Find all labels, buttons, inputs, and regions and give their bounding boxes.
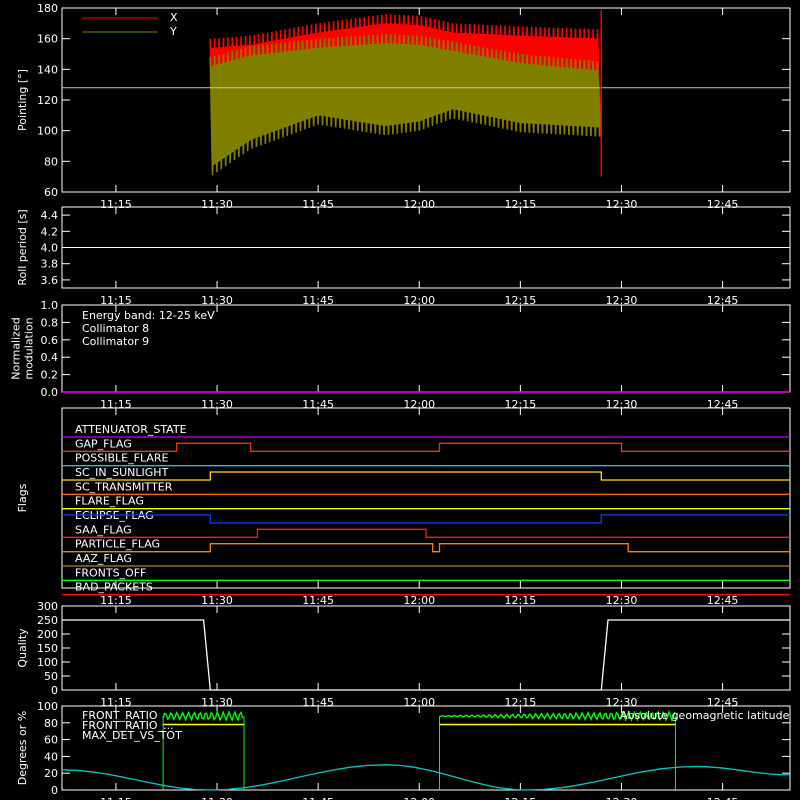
time-tick-label: 11:45 [302, 796, 334, 800]
flags-y-label: Flags [16, 483, 29, 512]
time-tick-label: 11:45 [302, 594, 334, 607]
modulation-y-tick-label: 0.6 [41, 334, 59, 347]
roll-period-y-tick-label: 4.0 [41, 242, 59, 255]
flag-label: GAP_FLAG [75, 437, 132, 450]
ratios-y-tick-label: 40 [44, 750, 58, 763]
modulation-y-tick-label: 0.2 [41, 369, 59, 382]
quality-y-tick-label: 150 [37, 642, 58, 655]
pointing-y-tick-label: 80 [44, 155, 58, 168]
quality-y-tick-label: 200 [37, 628, 58, 641]
time-tick-label: 11:15 [100, 796, 132, 800]
pointing-legend-label: Y [169, 25, 177, 38]
ratios-y-tick-label: 20 [44, 767, 58, 780]
pointing-y-tick-label: 60 [44, 186, 58, 199]
roll-period-y-tick-label: 4.2 [41, 225, 59, 238]
time-tick-label: 11:15 [100, 594, 132, 607]
quality-y-tick-label: 100 [37, 656, 58, 669]
quality-y-tick-label: 0 [51, 684, 58, 697]
pointing-y-tick-label: 180 [37, 2, 58, 15]
ratios-y-tick-label: 0 [51, 784, 58, 797]
pointing-y-tick-label: 120 [37, 94, 58, 107]
ratios-y-label: Degrees or % [16, 711, 29, 785]
modulation-y-tick-label: 0.0 [41, 386, 59, 399]
time-tick-label: 12:45 [707, 594, 739, 607]
time-tick-label: 12:45 [707, 796, 739, 800]
geomag-label: Absolute geomagnetic latitude [620, 709, 790, 722]
flag-label: FLARE_FLAG [75, 495, 144, 508]
roll-period-y-tick-label: 3.6 [41, 274, 59, 287]
flag-label: ATTENUATOR_STATE [75, 423, 187, 436]
time-tick-label: 11:30 [201, 796, 233, 800]
pointing-y-tick-label: 100 [37, 125, 58, 138]
pointing-legend-label: X [170, 11, 178, 24]
time-tick-label: 12:15 [505, 594, 537, 607]
quality-y-label: Quality [16, 628, 29, 668]
roll-period-y-tick-label: 4.4 [41, 209, 59, 222]
modulation-annotation: Energy band: 12-25 keV [82, 309, 215, 322]
time-tick-label: 12:00 [403, 594, 435, 607]
roll-period-y-tick-label: 3.8 [41, 258, 59, 271]
modulation-y-tick-label: 0.8 [41, 316, 59, 329]
ratios-y-tick-label: 80 [44, 717, 58, 730]
flag-label: SAA_FLAG [75, 523, 132, 536]
time-tick-label: 12:30 [606, 796, 638, 800]
modulation-y-tick-label: 0.4 [41, 351, 59, 364]
ratios-y-tick-label: 60 [44, 734, 58, 747]
quality-y-tick-label: 300 [37, 600, 58, 613]
flag-label: SC_TRANSMITTER [75, 480, 173, 493]
modulation-y-label: Normalized [10, 317, 23, 379]
quicklook-figure: 11:15 11:30 11:45 12:00 12:15 12:30 12:45 60 80 1… [0, 0, 800, 800]
ratios-y-tick-label: 100 [37, 700, 58, 713]
time-tick-label: 12:15 [505, 796, 537, 800]
flag-label: POSSIBLE_FLARE [75, 452, 169, 465]
flag-label: SC_IN_SUNLIGHT [75, 466, 169, 479]
modulation-y-label: modulation [23, 317, 36, 379]
time-tick-label: 12:00 [403, 796, 435, 800]
time-tick-label: 11:30 [201, 594, 233, 607]
flag-label: AAZ_FLAG [75, 552, 132, 565]
ratios-legend-label: MAX_DET_VS_TOT [82, 729, 182, 742]
flag-label: BAD_PACKETS [75, 581, 153, 594]
roll-period-y-label: Roll period [s] [16, 209, 29, 285]
pointing-y-label: Pointing [°] [16, 69, 29, 131]
quality-y-tick-label: 250 [37, 614, 58, 627]
time-tick-label: 12:30 [606, 594, 638, 607]
modulation-y-tick-label: 1.0 [41, 299, 59, 312]
quality-y-tick-label: 50 [44, 670, 58, 683]
pointing-y-tick-label: 160 [37, 33, 58, 46]
modulation-annotation: Collimator 9 [82, 335, 149, 348]
flag-label: FRONTS_OFF [75, 566, 146, 579]
flag-label: PARTICLE_FLAG [75, 538, 160, 551]
pointing-y-tick-label: 140 [37, 63, 58, 76]
modulation-annotation: Collimator 8 [82, 322, 149, 335]
